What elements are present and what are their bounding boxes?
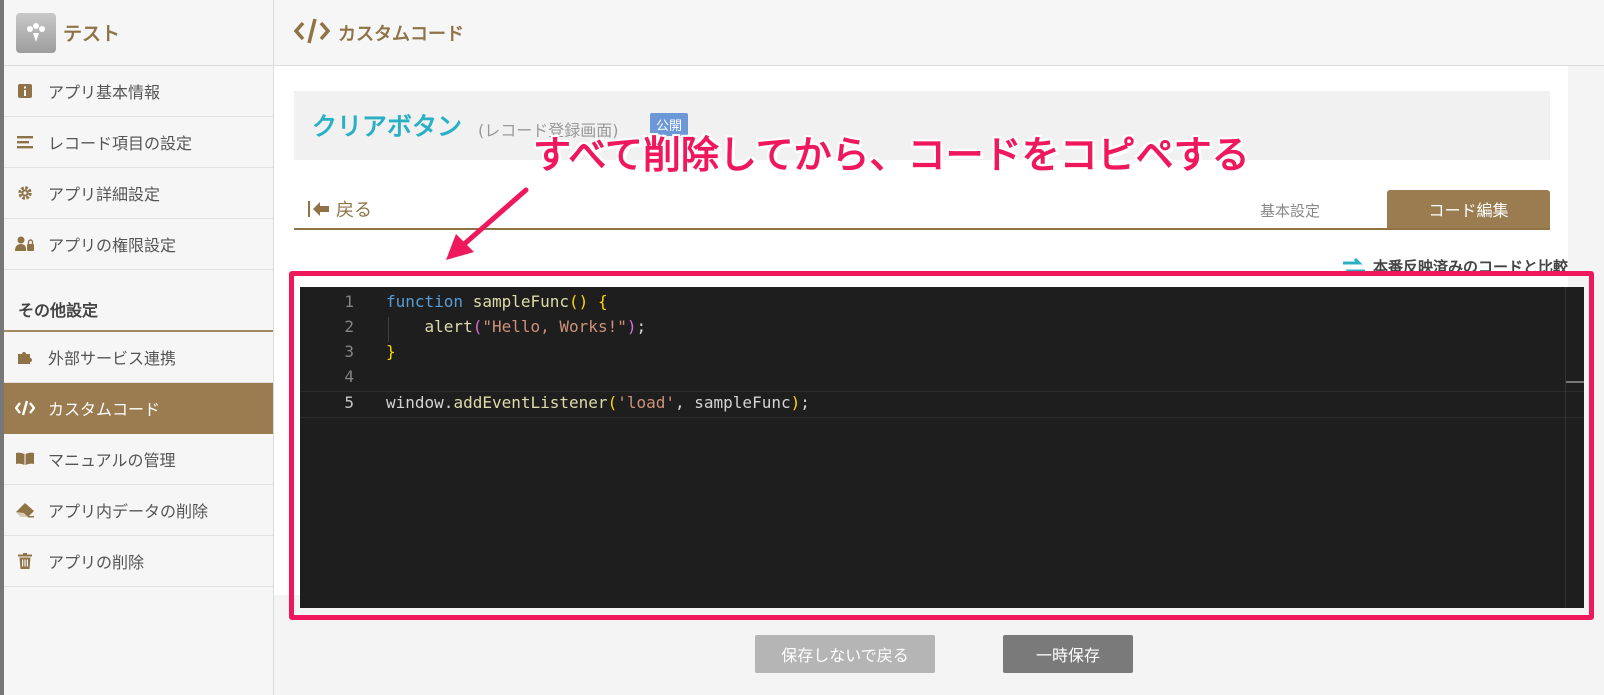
cancel-button[interactable]: 保存しないで戻る	[755, 635, 935, 673]
line-number: 4	[344, 367, 354, 386]
sidebar-item-label: アプリ基本情報	[48, 83, 161, 102]
annotation-arrow-icon	[446, 187, 529, 260]
sidebar-item-label: カスタムコード	[48, 400, 161, 419]
sidebar-item-label: レコード項目の設定	[48, 134, 193, 153]
arrow-left-icon	[308, 201, 329, 217]
code-line: 1 function sampleFunc() {	[300, 292, 1584, 317]
sidebar-item-delete-data[interactable]: アプリ内データの削除	[4, 485, 273, 536]
sidebar-item-label: アプリ内データの削除	[48, 502, 209, 521]
custom-code-name: クリアボタン	[312, 112, 463, 141]
sidebar-item-manual[interactable]: マニュアルの管理	[4, 434, 273, 485]
app-name: テスト	[63, 23, 121, 45]
compare-link[interactable]: 本番反映済みのコードと比較	[1341, 256, 1568, 277]
line-number: 2	[344, 317, 354, 336]
book-icon	[15, 452, 35, 466]
annotation-text: すべて削除してから、コードをコピペする	[533, 133, 1250, 177]
code-text: }	[386, 342, 396, 361]
sidebar-item-label: アプリの削除	[48, 553, 145, 572]
list-icon	[15, 135, 35, 149]
eraser-icon	[15, 502, 35, 518]
back-link[interactable]: 戻る	[308, 196, 372, 222]
tab-code-edit[interactable]: コード編集	[1387, 190, 1550, 228]
code-icon	[293, 17, 331, 49]
sidebar-item-delete-app[interactable]: アプリの削除	[4, 536, 273, 587]
code-text: function sampleFunc() {	[386, 292, 608, 311]
code-icon	[15, 400, 35, 416]
app-logo-icon	[16, 12, 56, 53]
page-title: カスタムコード	[338, 23, 464, 45]
swap-icon	[1342, 257, 1365, 276]
code-line: 2 alert("Hello, Works!");	[300, 317, 1584, 342]
sidebar-item-custom-code[interactable]: カスタムコード	[4, 383, 273, 434]
indent-guide	[388, 317, 389, 342]
page-header: カスタムコード	[274, 0, 1604, 66]
puzzle-icon	[15, 349, 35, 365]
sidebar-section-title: その他設定	[4, 270, 273, 332]
sidebar-item-detail-settings[interactable]: アプリ詳細設定	[4, 168, 273, 219]
scrollbar-marker	[1566, 381, 1584, 383]
save-draft-button[interactable]: 一時保存	[1003, 635, 1133, 673]
sidebar-item-label: アプリ詳細設定	[48, 185, 161, 204]
trash-icon	[15, 553, 35, 569]
sidebar-item-label: アプリの権限設定	[48, 236, 177, 255]
app-header[interactable]: テスト	[4, 0, 273, 66]
code-text: window.addEventListener('load', sampleFu…	[386, 393, 810, 412]
tab-basic-settings[interactable]: 基本設定	[1260, 200, 1320, 221]
sidebar-item-label: 外部サービス連携	[48, 349, 177, 368]
sidebar-item-basic-info[interactable]: アプリ基本情報	[4, 66, 273, 117]
code-line: 3 }	[300, 342, 1584, 367]
info-icon	[15, 84, 35, 98]
code-line-current: 5 window.addEventListener('load', sample…	[300, 391, 1584, 418]
sidebar-item-record-fields[interactable]: レコード項目の設定	[4, 117, 273, 168]
code-text: alert("Hello, Works!");	[424, 317, 647, 336]
line-number: 3	[344, 342, 354, 361]
sidebar-item-permissions[interactable]: アプリの権限設定	[4, 219, 273, 270]
gear-icon	[15, 185, 35, 201]
sidebar-item-label: マニュアルの管理	[48, 451, 176, 470]
sidebar: テスト アプリ基本情報 レコード項目の設定 アプリ詳細設定 アプリの権限設定 そ…	[4, 0, 274, 695]
user-lock-icon	[15, 236, 35, 252]
line-number: 5	[344, 393, 354, 412]
editor-scrollbar[interactable]	[1565, 287, 1584, 608]
line-number: 1	[344, 292, 354, 311]
code-line: 4	[300, 367, 1584, 392]
compare-label: 本番反映済みのコードと比較	[1372, 258, 1568, 276]
back-label: 戻る	[336, 200, 372, 221]
sidebar-item-external-services[interactable]: 外部サービス連携	[4, 332, 273, 383]
code-editor[interactable]: 1 function sampleFunc() { 2 alert("Hello…	[300, 287, 1584, 608]
